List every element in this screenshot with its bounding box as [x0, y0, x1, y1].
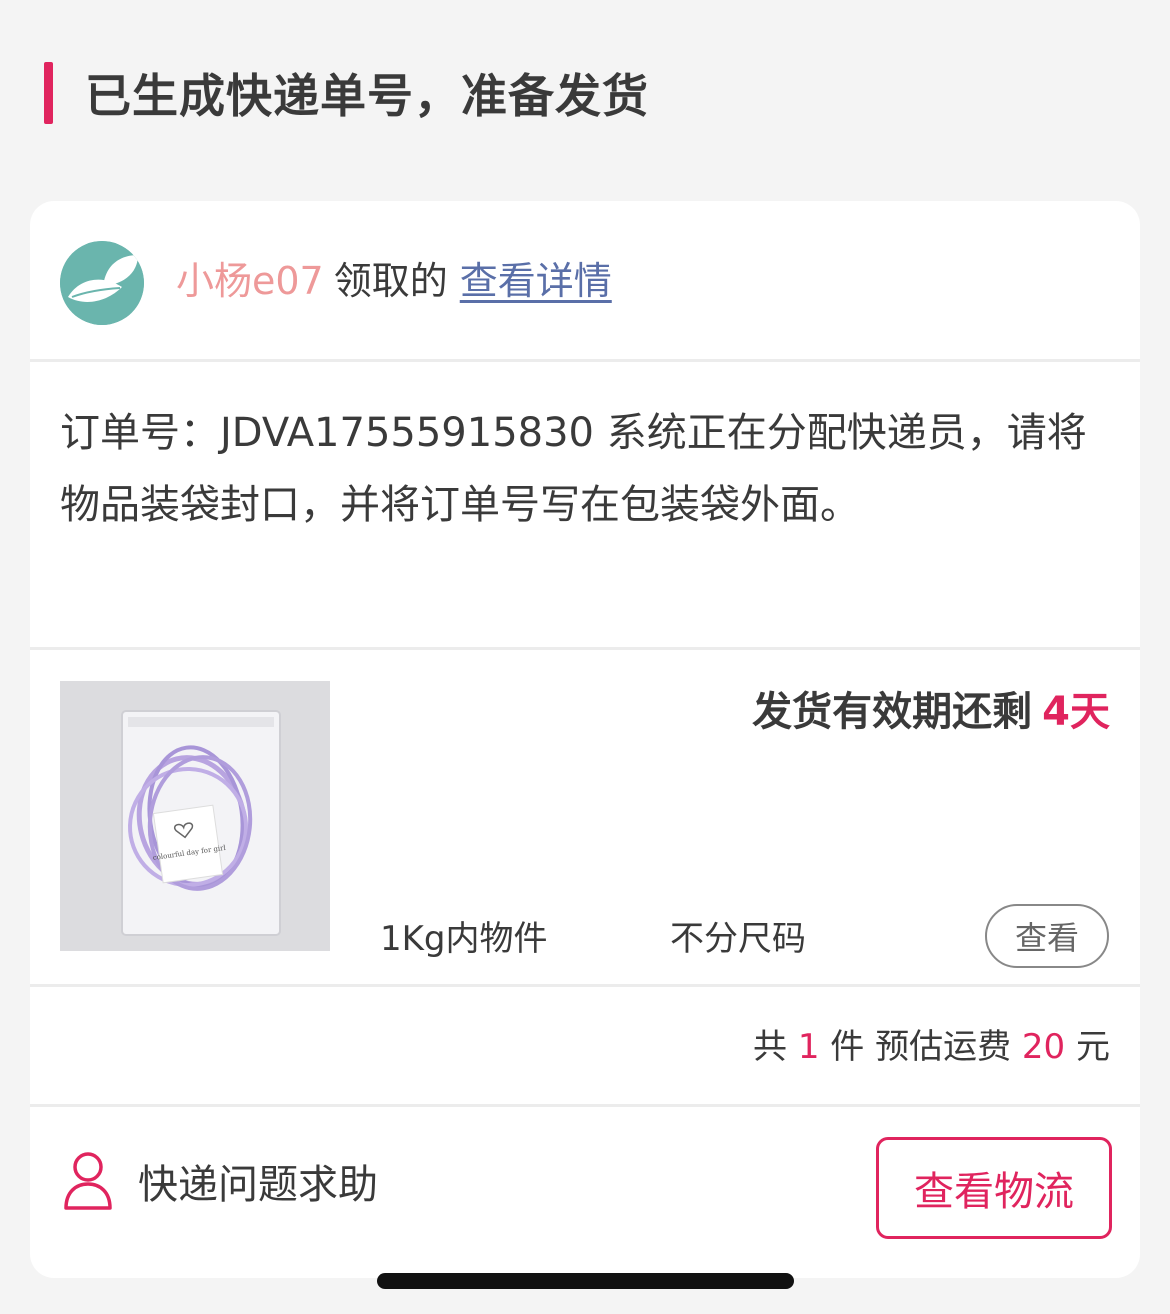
page-header: 已生成快递单号，准备发货	[44, 62, 649, 124]
home-indicator[interactable]	[377, 1273, 794, 1289]
item-size: 不分尺码	[670, 919, 806, 959]
leaf-avatar-icon[interactable]	[60, 241, 144, 325]
product-image[interactable]: colourful day for girl	[60, 681, 330, 951]
view-logistics-button[interactable]: 查看物流	[876, 1137, 1112, 1239]
user-action-text: 领取的	[333, 259, 448, 303]
header-accent-bar	[44, 62, 53, 124]
deadline-days: 4天	[1042, 689, 1110, 735]
page-title: 已生成快递单号，准备发货	[85, 69, 649, 123]
divider	[30, 647, 1140, 650]
help-label: 快递问题求助	[138, 1162, 378, 1208]
user-name[interactable]: 小杨e07	[176, 259, 324, 303]
shipping-deadline: 发货有效期还剩 4天	[752, 679, 1110, 737]
deadline-label: 发货有效期还剩	[752, 689, 1033, 735]
view-button[interactable]: 查看	[985, 904, 1109, 968]
estimated-fee: 20	[1021, 1027, 1066, 1067]
divider	[30, 1104, 1140, 1107]
order-summary: 共 1 件 预估运费 20 元	[753, 1019, 1110, 1068]
fee-unit: 元	[1076, 1027, 1110, 1067]
count-unit: 件	[830, 1027, 865, 1067]
courier-help-link[interactable]: 快递问题求助	[62, 1146, 378, 1216]
divider	[30, 984, 1140, 987]
count-prefix: 共	[753, 1027, 788, 1067]
fee-label: 预估运费	[875, 1027, 1012, 1067]
view-details-link[interactable]: 查看详情	[460, 259, 612, 303]
item-weight: 1Kg内物件	[380, 919, 548, 959]
person-icon	[64, 1152, 112, 1210]
order-message: 订单号：JDVA17555915830 系统正在分配快递员，请将物品装袋封口，并…	[60, 410, 1087, 528]
order-card: 小杨e07 领取的 查看详情 订单号：JDVA17555915830 系统正在分配快…	[30, 201, 1140, 1278]
divider	[30, 359, 1140, 362]
user-line: 小杨e07 领取的 查看详情	[176, 253, 612, 309]
item-count: 1	[797, 1027, 820, 1067]
